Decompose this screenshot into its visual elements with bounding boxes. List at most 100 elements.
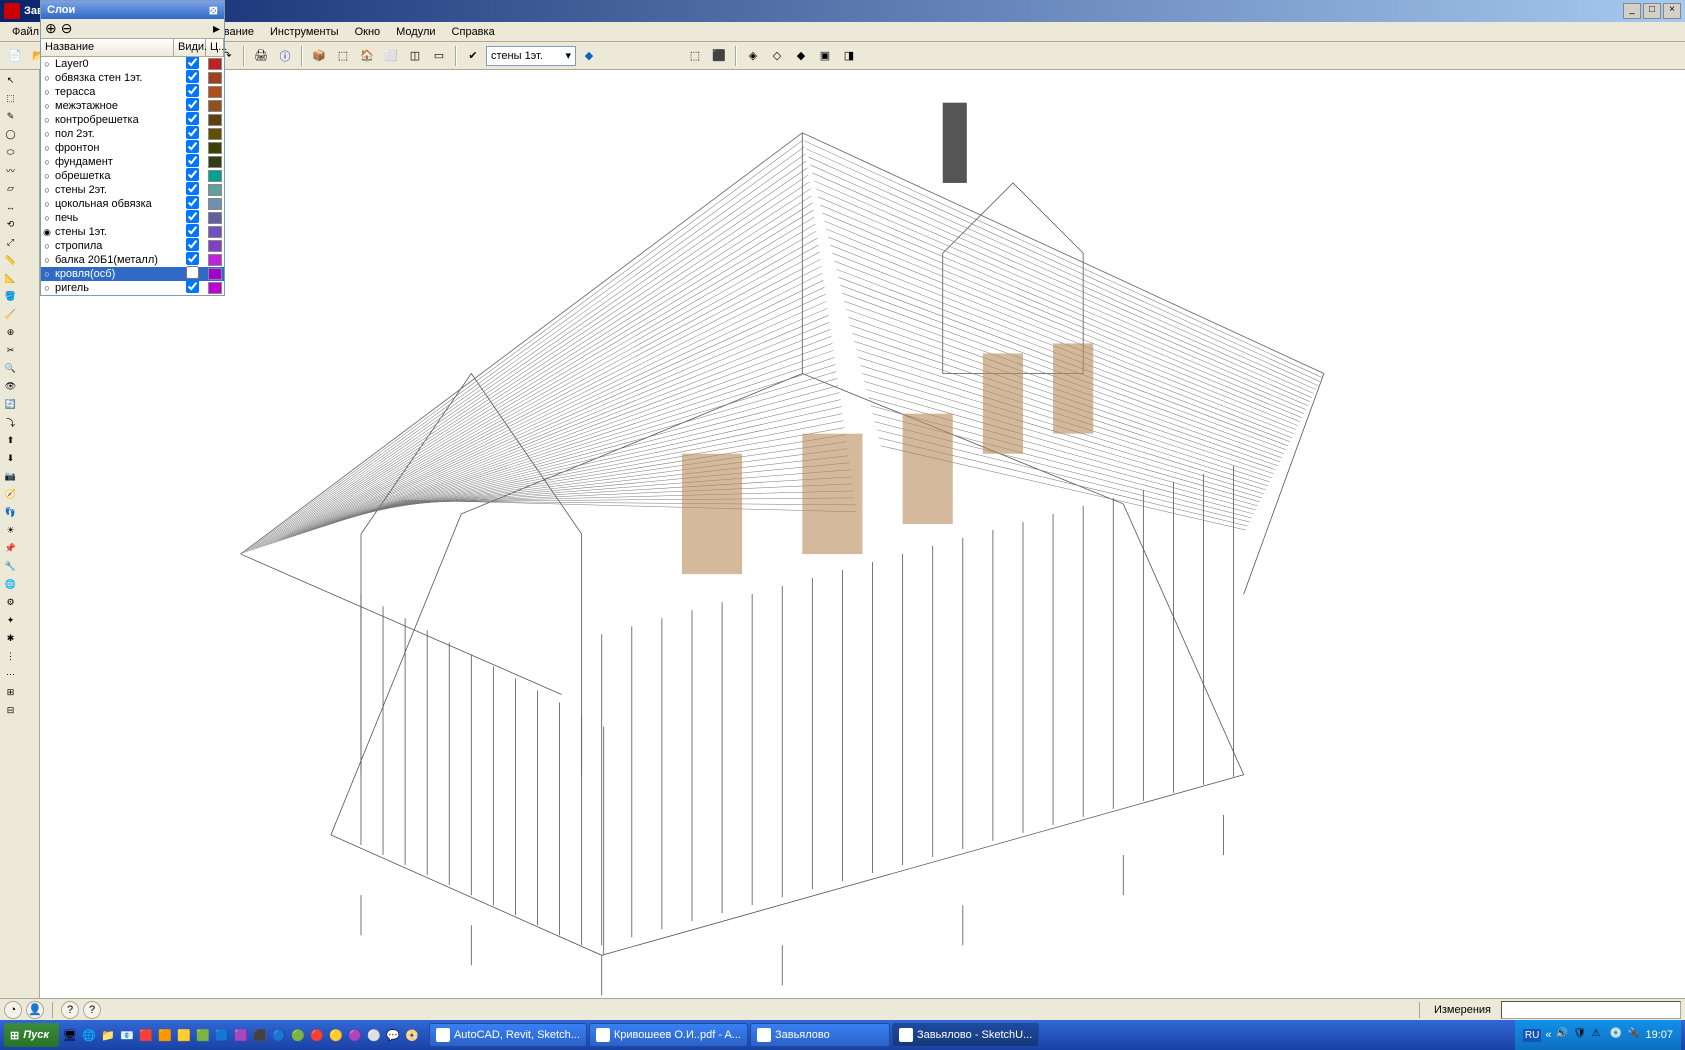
measurements-input[interactable] [1501, 1001, 1681, 1019]
tool-button[interactable]: ⬚ [2, 90, 19, 107]
tool-button[interactable]: 〰 [2, 162, 19, 179]
remove-layer-icon[interactable]: ⊖ [61, 20, 73, 37]
taskbar-task[interactable]: Завьялово [750, 1023, 890, 1047]
scene-button[interactable]: ⬜ [380, 45, 402, 67]
tool-button[interactable]: ⋯ [2, 666, 19, 683]
menu-item[interactable]: Окно [347, 24, 389, 40]
layer-active-radio[interactable] [41, 268, 53, 280]
tray-icon[interactable]: ⚠ [1591, 1028, 1605, 1042]
layer-active-radio[interactable] [41, 128, 53, 140]
layers-menu-icon[interactable]: ▸ [213, 20, 220, 37]
new-button[interactable]: 📄 [4, 45, 26, 67]
tool-button[interactable]: ✎ [2, 108, 19, 125]
taskbar-clock[interactable]: 19:07 [1645, 1029, 1673, 1041]
quick-launch-icon[interactable]: 🟡 [327, 1026, 345, 1044]
layer-row[interactable]: фундамент [41, 155, 224, 169]
layer-color-swatch[interactable] [208, 142, 222, 154]
layer-row[interactable]: кровля(осб) [41, 267, 224, 281]
monochrome-button[interactable]: ◨ [838, 45, 860, 67]
quick-launch-icon[interactable]: ⬛ [251, 1026, 269, 1044]
tool-button[interactable]: ✱ [2, 630, 19, 647]
scene-add-button[interactable]: ◫ [404, 45, 426, 67]
quick-launch-icon[interactable]: 🖥 [61, 1026, 79, 1044]
quick-launch-icon[interactable]: 📧 [118, 1026, 136, 1044]
layer-color-swatch[interactable] [208, 240, 222, 252]
layer-row[interactable]: терасса [41, 85, 224, 99]
tray-expand-icon[interactable]: « [1545, 1029, 1551, 1041]
layer-color-swatch[interactable] [208, 198, 222, 210]
layer-active-radio[interactable] [41, 142, 53, 154]
taskbar-task[interactable]: AutoCAD, Revit, Sketch... [429, 1023, 587, 1047]
quick-launch-icon[interactable]: 📁 [99, 1026, 117, 1044]
tool-button[interactable]: ⟲ [2, 216, 19, 233]
quick-launch-icon[interactable]: 📀 [403, 1026, 421, 1044]
tool-button[interactable]: ⊞ [2, 684, 19, 701]
xray-button[interactable]: ⬚ [684, 45, 706, 67]
quick-launch-icon[interactable]: 🔵 [270, 1026, 288, 1044]
layers-col-name[interactable]: Название [41, 39, 174, 56]
tool-button[interactable]: 👣 [2, 504, 19, 521]
layer-color-swatch[interactable] [208, 86, 222, 98]
layer-row[interactable]: обвязка стен 1эт. [41, 71, 224, 85]
tool-button[interactable]: 🌐 [2, 576, 19, 593]
tray-icon[interactable]: 🔌 [1627, 1028, 1641, 1042]
quick-launch-icon[interactable]: 🌐 [80, 1026, 98, 1044]
tool-button[interactable]: ⋮ [2, 648, 19, 665]
tray-icon[interactable]: 🔊 [1555, 1028, 1569, 1042]
layer-active-radio[interactable] [41, 240, 53, 252]
back-edges-button[interactable]: ⬛ [708, 45, 730, 67]
layer-dropdown[interactable]: стены 1эт. [486, 46, 576, 66]
tool-button[interactable]: ◯ [2, 126, 19, 143]
taskbar-task[interactable]: Кривошеев О.И..pdf - A... [589, 1023, 748, 1047]
layer-color-swatch[interactable] [208, 114, 222, 126]
component-button[interactable]: 📦 [308, 45, 330, 67]
layers-panel-title[interactable]: Слои ⊠ [41, 1, 224, 19]
tool-button[interactable]: ✦ [2, 612, 19, 629]
layer-active-radio[interactable] [41, 184, 53, 196]
tool-button[interactable]: 🔄 [2, 396, 19, 413]
layer-active-radio[interactable] [41, 198, 53, 210]
layer-color-swatch[interactable] [208, 254, 222, 266]
layer-color-swatch[interactable] [208, 100, 222, 112]
layer-visible-button[interactable]: ✔ [462, 45, 484, 67]
layer-row[interactable]: пол 2эт. [41, 127, 224, 141]
layer-row[interactable]: балка 20Б1(металл) [41, 253, 224, 267]
tool-button[interactable]: 🪣 [2, 288, 19, 305]
layer-color-swatch[interactable] [208, 128, 222, 140]
tool-button[interactable]: ⬭ [2, 144, 19, 161]
quick-launch-icon[interactable]: 🟨 [175, 1026, 193, 1044]
tool-button[interactable]: ▱ [2, 180, 19, 197]
minimize-button[interactable]: _ [1623, 3, 1641, 19]
tool-button[interactable]: ↔ [2, 198, 19, 215]
tool-button[interactable]: 👁 [2, 378, 19, 395]
menu-item[interactable]: Модули [388, 24, 443, 40]
layer-active-radio[interactable] [41, 156, 53, 168]
tray-icon[interactable]: 💿 [1609, 1028, 1623, 1042]
layer-row[interactable]: стены 1эт. [41, 225, 224, 239]
quick-launch-icon[interactable]: 🟣 [346, 1026, 364, 1044]
layer-row[interactable]: печь [41, 211, 224, 225]
layers-col-color[interactable]: Ц... [206, 39, 224, 56]
tool-button[interactable]: 📷 [2, 468, 19, 485]
scene-prev-button[interactable]: 🏠 [356, 45, 378, 67]
layer-active-radio[interactable] [41, 58, 53, 70]
layer-color-swatch[interactable] [208, 156, 222, 168]
menu-item[interactable]: Инструменты [262, 24, 347, 40]
quick-launch-icon[interactable]: ⚪ [365, 1026, 383, 1044]
layer-manager-button[interactable]: ◆ [578, 45, 600, 67]
tool-button[interactable]: 📌 [2, 540, 19, 557]
layer-color-swatch[interactable] [208, 212, 222, 224]
layer-active-radio[interactable] [41, 212, 53, 224]
layer-row[interactable]: контробрешетка [41, 113, 224, 127]
shaded-texture-button[interactable]: ▣ [814, 45, 836, 67]
model-info-button[interactable]: ⓘ [274, 45, 296, 67]
tool-button[interactable]: ☀ [2, 522, 19, 539]
quick-launch-icon[interactable]: 🔴 [308, 1026, 326, 1044]
tray-icon[interactable]: 🛡 [1573, 1028, 1587, 1042]
geo-location-icon[interactable]: ◔ [4, 1001, 22, 1019]
tool-button[interactable]: 📐 [2, 270, 19, 287]
layer-color-swatch[interactable] [208, 184, 222, 196]
help-icon[interactable]: ? [61, 1001, 79, 1019]
tool-button[interactable]: ⬇ [2, 450, 19, 467]
close-button[interactable]: × [1663, 3, 1681, 19]
